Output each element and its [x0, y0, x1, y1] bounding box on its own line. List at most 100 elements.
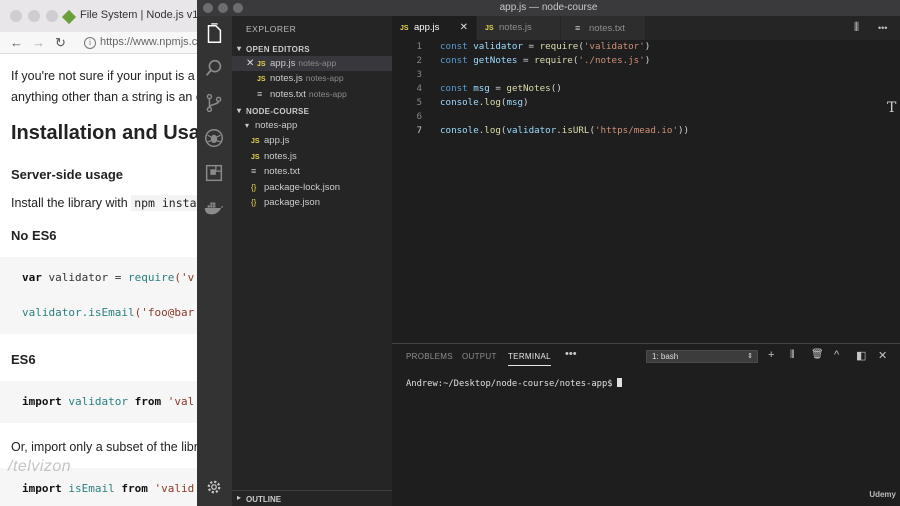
open-editor-item[interactable]: ≡ notes.txt notes-app [232, 87, 392, 102]
add-terminal-icon[interactable]: + [768, 349, 774, 361]
code-token: require [539, 41, 579, 52]
panel-tab-output[interactable]: OUTPUT [462, 352, 497, 361]
tab-notes-js[interactable]: JS notes.js [477, 16, 560, 40]
terminal-select[interactable]: 1: bash ⇕ [646, 350, 758, 363]
panel-layout-icon[interactable]: ◧ [856, 349, 866, 362]
code-editor[interactable]: 1 const validator = require('validator') 2… [392, 40, 900, 343]
code-text: console.log(msg) [440, 96, 529, 110]
code-token: validator [48, 271, 115, 284]
more-icon[interactable]: ••• [565, 348, 577, 360]
close-dot[interactable] [10, 10, 22, 22]
code-token: log [484, 97, 501, 108]
settings-gear-icon[interactable] [205, 478, 223, 496]
explorer-icon[interactable] [203, 23, 225, 45]
file-name: notes.js [264, 151, 297, 162]
code-line[interactable]: 6 [392, 110, 900, 124]
open-editor-item[interactable]: ✕ JS app.js notes-app [232, 56, 392, 71]
section-label: OUTLINE [246, 495, 282, 504]
code-line[interactable]: 3 [392, 68, 900, 82]
code-token: log [484, 125, 501, 136]
trash-icon[interactable]: 🗑 [811, 349, 824, 360]
chevron-down-icon: ▾ [237, 44, 242, 53]
open-editor-item[interactable]: JS notes.js notes-app [232, 71, 392, 86]
code-token: validator [68, 395, 135, 408]
code-text: console.log(validator.isURL('https/mead.… [440, 124, 689, 138]
extensions-icon[interactable] [203, 162, 225, 184]
code-text: const validator = require('validator') [440, 40, 650, 54]
code-line[interactable]: 2 const getNotes = require('./notes.js') [392, 54, 900, 68]
source-control-icon[interactable] [203, 92, 225, 114]
search-icon[interactable] [203, 57, 225, 79]
install-code: npm insta [131, 195, 200, 211]
close-icon[interactable]: ✕ [460, 16, 468, 40]
docker-icon[interactable] [203, 197, 225, 219]
more-actions-icon[interactable]: ••• [878, 23, 887, 33]
code-token: isURL [561, 125, 590, 136]
file-name: package.json [264, 197, 320, 208]
file-name: package-lock.json [264, 182, 341, 193]
zoom-dot[interactable] [46, 10, 58, 22]
info-icon[interactable]: i [84, 37, 96, 49]
window-title: app.js — node-course [499, 2, 598, 13]
terminal-cursor [616, 378, 622, 387]
js-file-icon: JS [257, 61, 266, 68]
js-file-icon: JS [251, 138, 260, 145]
code-token: from [134, 395, 168, 408]
file-item[interactable]: JS app.js [232, 133, 392, 148]
section-label: OPEN EDITORS [246, 45, 310, 54]
panel-tab-problems[interactable]: PROBLEMS [406, 352, 453, 361]
install-label: Install the library with [11, 196, 132, 210]
code-token: const [440, 41, 474, 52]
code-line[interactable]: 1 const validator = require('validator') [392, 40, 900, 54]
code-token: getNotes [473, 55, 518, 66]
activity-bar [197, 16, 232, 506]
maximize-panel-icon[interactable]: ^ [834, 349, 839, 361]
code-token: msg [473, 83, 490, 94]
code-token: = [517, 55, 535, 66]
code-text: const getNotes = require('./notes.js') [440, 54, 650, 68]
file-name: app.js [270, 58, 296, 69]
folder-notes-app[interactable]: ▾ notes-app [232, 118, 392, 133]
file-item[interactable]: ≡ notes.txt [232, 164, 392, 179]
editor-tab-bar: JS app.js ✕ JS notes.js ≡ notes.txt ⫴ ••• [392, 16, 900, 40]
code-token: from [121, 482, 155, 495]
code-token: 'val [167, 395, 195, 408]
file-item[interactable]: JS notes.js [232, 149, 392, 164]
forward-arrow-icon[interactable]: → [32, 35, 45, 50]
line-number: 3 [416, 69, 422, 80]
minimize-dot[interactable] [28, 10, 40, 22]
code-token: 'valid [154, 482, 195, 495]
line-number: 2 [416, 55, 422, 66]
code-line[interactable]: 4 const msg = getNotes() [392, 82, 900, 96]
code-token: 'validator' [583, 41, 645, 52]
file-item[interactable]: {} package.json [232, 195, 392, 210]
split-terminal-icon[interactable]: ⫴ [790, 349, 795, 362]
reload-icon[interactable]: ↻ [55, 35, 66, 51]
address-bar[interactable]: https://www.npmjs.com [100, 36, 212, 48]
code-token: = [523, 41, 540, 52]
outline-header[interactable]: ▸ OUTLINE [232, 490, 392, 506]
split-editor-icon[interactable]: ⫴ [854, 20, 859, 35]
code-token: import [22, 395, 69, 408]
line-number: 1 [416, 41, 422, 52]
tab-label: notes.js [499, 22, 532, 33]
terminal-prompt[interactable]: Andrew:~/Desktop/node-course/notes-app$ [406, 378, 622, 389]
back-arrow-icon[interactable]: ← [10, 35, 23, 50]
code-token: import [22, 482, 69, 495]
debug-icon[interactable] [203, 127, 225, 149]
tab-app-js[interactable]: JS app.js ✕ [392, 16, 476, 40]
tab-notes-txt[interactable]: ≡ notes.txt [561, 16, 645, 40]
code-line[interactable]: 7 console.log(validator.isURL('https/mead… [392, 124, 900, 138]
code-token: ) [644, 41, 651, 52]
js-file-icon: JS [485, 25, 494, 32]
prompt-text: Andrew:~/Desktop/node-course/notes-app$ [406, 379, 613, 389]
close-icon[interactable]: ✕ [246, 56, 257, 71]
file-name: notes.js [270, 73, 303, 84]
close-panel-icon[interactable]: ✕ [878, 349, 887, 362]
file-item[interactable]: {} package-lock.json [232, 180, 392, 195]
code-token: = [489, 83, 507, 94]
code-token: './notes.js' [578, 55, 645, 66]
panel-tab-terminal[interactable]: TERMINAL [508, 352, 551, 366]
line-number: 4 [416, 83, 422, 94]
code-line[interactable]: 5 console.log(msg) [392, 96, 900, 110]
